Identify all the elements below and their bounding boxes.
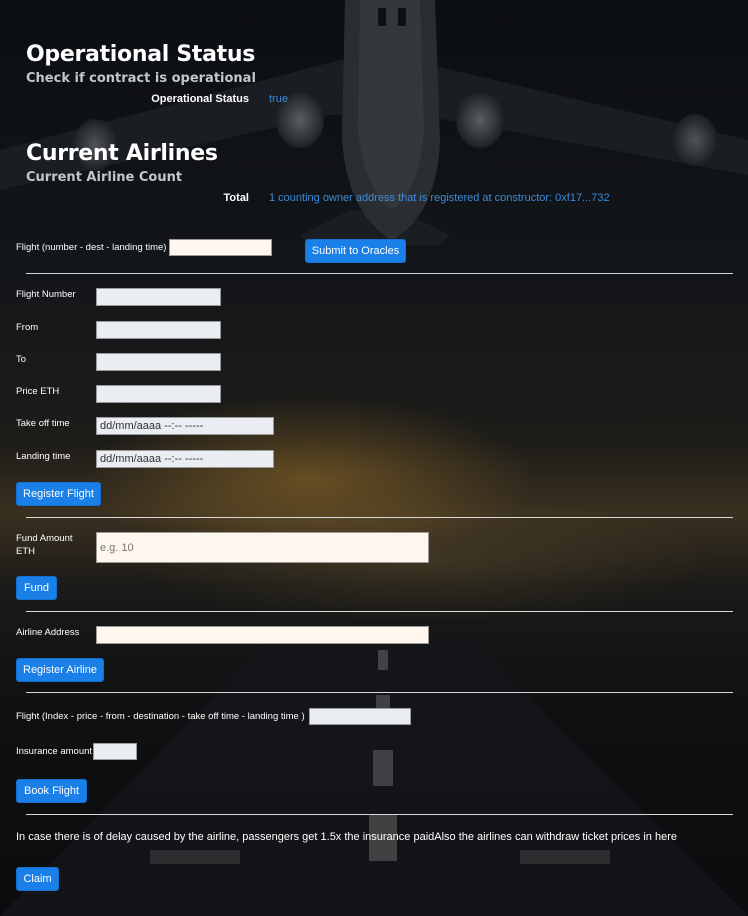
divider	[26, 273, 733, 274]
divider	[26, 611, 733, 612]
to-input[interactable]	[96, 353, 221, 371]
airline-count-label: Total	[223, 192, 249, 204]
airline-count-value: 1 counting owner address that is registe…	[269, 192, 610, 204]
divider	[26, 814, 733, 815]
divider	[26, 517, 733, 518]
landing-time-label: Landing time	[16, 451, 71, 462]
operational-status-value: true	[269, 93, 288, 105]
insurance-amount-input[interactable]	[93, 743, 137, 760]
register-flight-button[interactable]: Register Flight	[16, 482, 101, 506]
book-flight-input[interactable]	[309, 708, 411, 725]
from-input[interactable]	[96, 321, 221, 339]
divider	[26, 692, 733, 693]
current-airlines-subtitle: Current Airline Count	[26, 170, 183, 185]
claim-button[interactable]: Claim	[16, 867, 59, 891]
operational-status-subtitle: Check if contract is operational	[26, 71, 256, 86]
fund-button[interactable]: Fund	[16, 576, 57, 600]
fund-amount-input[interactable]	[96, 532, 429, 563]
landing-time-input[interactable]	[96, 450, 274, 468]
flight-number-input[interactable]	[96, 288, 221, 306]
submit-to-oracles-button[interactable]: Submit to Oracles	[305, 239, 406, 263]
to-label: To	[16, 354, 27, 365]
operational-status-title: Operational Status	[26, 42, 256, 67]
price-input[interactable]	[96, 385, 221, 403]
oracle-flight-input[interactable]	[169, 239, 272, 256]
insurance-amount-label: Insurance amount	[16, 746, 93, 757]
takeoff-time-label: Take off time	[16, 418, 70, 429]
airline-address-label: Airline Address	[16, 627, 80, 638]
book-flight-label: Flight (Index - price - from - destinati…	[16, 711, 305, 722]
oracle-flight-label: Flight (number - dest - landing time)	[16, 242, 167, 253]
operational-status-label: Operational Status	[151, 93, 249, 105]
takeoff-time-input[interactable]	[96, 417, 274, 435]
flight-number-label: Flight Number	[16, 289, 76, 300]
register-airline-button[interactable]: Register Airline	[16, 658, 104, 682]
book-flight-button[interactable]: Book Flight	[16, 779, 87, 803]
current-airlines-title: Current Airlines	[26, 141, 218, 166]
from-label: From	[16, 322, 39, 333]
price-label: Price ETH	[16, 386, 60, 397]
claim-description: In case there is of delay caused by the …	[16, 831, 677, 843]
airline-address-input[interactable]	[96, 626, 429, 644]
fund-amount-label: Fund Amount ETH	[16, 533, 73, 557]
